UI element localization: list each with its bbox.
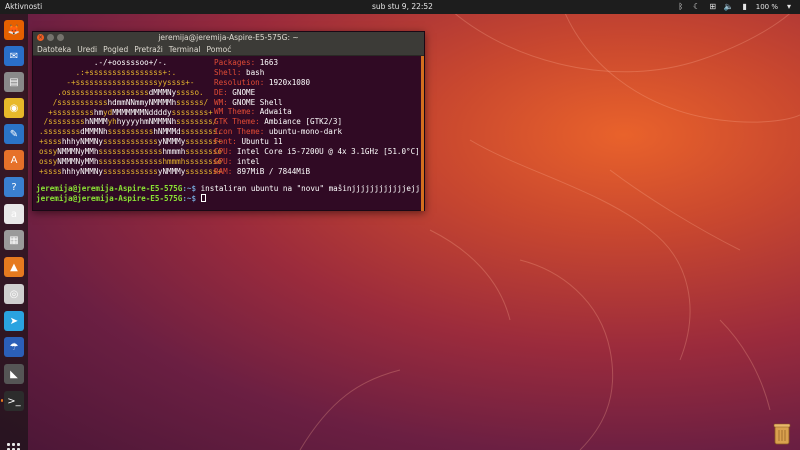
night-light-icon[interactable]: ☾: [692, 1, 702, 12]
info-row: WM Theme: Adwaita: [214, 107, 420, 117]
info-row: GTK Theme: Ambiance [GTK2/3]: [214, 117, 420, 127]
info-value: Adwaita: [259, 107, 292, 117]
help-icon[interactable]: ?: [4, 177, 24, 197]
close-icon[interactable]: ×: [37, 34, 44, 41]
info-value: Intel Core i5-7200U @ 4x 3.1GHz [51.0°C]: [236, 147, 420, 157]
system-tray[interactable]: ᛒ ☾ ⊞ 🔈 ▮ 100 % ▾: [676, 1, 794, 12]
network-icon[interactable]: ⊞: [708, 1, 718, 12]
rhythmbox-icon[interactable]: ◉: [4, 98, 24, 118]
info-value: ubuntu-mono-dark: [268, 127, 343, 137]
thunderbird-icon[interactable]: ✉: [4, 46, 24, 66]
maximize-icon[interactable]: [57, 34, 64, 41]
ubuntu-ascii-logo: .-/+oossssoo+/-. .:+ssssssssssssssss+:. …: [39, 58, 222, 176]
top-bar: Aktivnosti sub stu 9, 22:52 ᛒ ☾ ⊞ 🔈 ▮ 10…: [0, 0, 800, 14]
dock: 🦊 ✉ ▤ ◉ ✎ A? a ▦ ▲ ◎ ➤ ☂ ◣ >_: [0, 14, 28, 450]
menu-uredi[interactable]: Uredi: [77, 44, 97, 55]
info-value: bash: [246, 67, 265, 77]
prompt-user: jeremija@jeremija-Aspire-E5-575G: [36, 194, 183, 203]
info-value: 1920x1080: [268, 77, 311, 87]
volume-icon[interactable]: 🔈: [724, 1, 734, 12]
grid-dot: [17, 443, 20, 446]
grid-dot: [7, 443, 10, 446]
window-title: jeremija@jeremija-Aspire-E5-575G: ~: [158, 33, 299, 42]
show-applications-icon[interactable]: [7, 443, 21, 450]
neofetch-output: .-/+oossssoo+/-. .:+ssssssssssssssss+:. …: [36, 58, 421, 184]
terminal-window[interactable]: × jeremija@jeremija-Aspire-E5-575G: ~ Da…: [32, 31, 425, 211]
info-row: Shell: bash: [214, 68, 420, 78]
software-center-icon[interactable]: A: [4, 150, 24, 170]
info-key: WM:: [214, 97, 228, 107]
info-key: Font:: [214, 137, 237, 147]
chevron-down-icon[interactable]: ▾: [784, 1, 794, 12]
prompt-path: :~$: [182, 184, 197, 193]
command-text: instaliran ubuntu na "novu" mašinjjjjjjj…: [196, 184, 421, 193]
vlc-icon[interactable]: ▲: [4, 257, 24, 277]
menu-terminal[interactable]: Terminal: [169, 44, 201, 55]
info-key: RAM:: [214, 166, 233, 176]
disk-icon[interactable]: ◎: [4, 284, 24, 304]
info-value: Ambiance [GTK2/3]: [264, 117, 343, 127]
info-key: GTK Theme:: [214, 117, 260, 127]
info-row: Font: Ubuntu 11: [214, 137, 420, 147]
prompt-path: :~$: [182, 194, 197, 203]
info-row: RAM: 897MiB / 7844MiB: [214, 167, 420, 177]
menu-bar: Datoteka Uredi Pogled Pretraži Terminal …: [33, 44, 424, 56]
info-value: 897MiB / 7844MiB: [236, 166, 311, 176]
firefox-icon[interactable]: 🦊: [4, 20, 24, 40]
battery-percent[interactable]: 100 %: [756, 3, 778, 11]
info-key: WM Theme:: [214, 107, 256, 117]
synaptic-icon[interactable]: ▦: [4, 230, 24, 250]
minimize-icon[interactable]: [47, 34, 54, 41]
prompt-user: jeremija@jeremija-Aspire-E5-575G: [36, 184, 183, 193]
menu-pogled[interactable]: Pogled: [103, 44, 128, 55]
bluetooth-icon[interactable]: ᛒ: [676, 1, 686, 12]
info-key: Resolution:: [214, 77, 265, 87]
info-key: GPU:: [214, 156, 233, 166]
info-row: Resolution: 1920x1080: [214, 78, 420, 88]
terminal-output[interactable]: .-/+oossssoo+/-. .:+ssssssssssssssss+:. …: [33, 56, 424, 210]
scrollbar[interactable]: [421, 56, 424, 211]
info-row: Packages: 1663: [214, 58, 420, 68]
info-key: Icon Theme:: [214, 127, 265, 137]
clock[interactable]: sub stu 9, 22:52: [372, 2, 433, 11]
grid-dot: [12, 443, 15, 446]
writer-icon[interactable]: ✎: [4, 124, 24, 144]
window-titlebar[interactable]: × jeremija@jeremija-Aspire-E5-575G: ~: [33, 32, 424, 44]
menu-pretrazi[interactable]: Pretraži: [134, 44, 163, 55]
trash-icon[interactable]: [771, 422, 793, 446]
terminal-icon[interactable]: >_: [1, 391, 24, 411]
info-value: GNOME Shell: [232, 97, 283, 107]
battery-icon[interactable]: ▮: [740, 1, 750, 12]
telegram-icon[interactable]: ➤: [4, 311, 24, 331]
prompt-line-1: jeremija@jeremija-Aspire-E5-575G:~$ inst…: [36, 184, 421, 194]
system-info: Packages: 1663 Shell: bash Resolution: 192…: [214, 58, 420, 177]
info-key: CPU:: [214, 147, 233, 157]
info-value: 1663: [259, 58, 279, 67]
prompt-line-2[interactable]: jeremija@jeremija-Aspire-E5-575G:~$: [36, 194, 421, 204]
activities-button[interactable]: Aktivnosti: [5, 2, 42, 11]
hotspot-icon[interactable]: ☂: [4, 337, 24, 357]
menu-pomoc[interactable]: Pomoć: [207, 44, 232, 55]
info-key: Packages:: [214, 58, 256, 67]
info-value: Ubuntu 11: [241, 137, 283, 147]
files-icon[interactable]: ▤: [4, 72, 24, 92]
amazon-icon[interactable]: a: [4, 204, 24, 224]
info-row: CPU: Intel Core i5-7200U @ 4x 3.1GHz [51…: [214, 147, 420, 157]
info-row: DE: GNOME: [214, 88, 420, 98]
info-row: Icon Theme: ubuntu-mono-dark: [214, 127, 420, 137]
cursor: [200, 194, 206, 202]
info-key: DE:: [214, 87, 228, 97]
menu-datoteka[interactable]: Datoteka: [37, 44, 71, 55]
info-key: Shell:: [214, 67, 242, 77]
info-row: WM: GNOME Shell: [214, 98, 420, 108]
info-value: intel: [236, 156, 260, 166]
screenshot-icon[interactable]: ◣: [4, 364, 24, 384]
info-value: GNOME: [232, 87, 256, 97]
info-row: GPU: intel: [214, 157, 420, 167]
